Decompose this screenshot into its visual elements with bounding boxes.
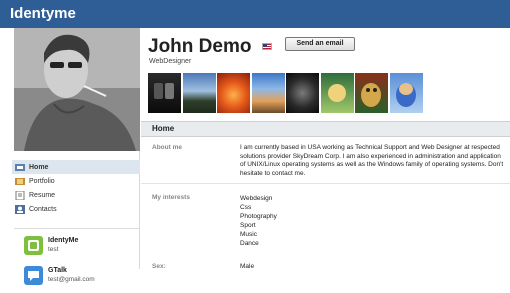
interest-item: Css [240,204,252,211]
app-logo[interactable]: Identyme [10,5,76,22]
contact-name: GTalk [48,267,67,274]
contact-list: IdentyMe test GTalk test@gmail.com [14,228,140,293]
profile-name: John Demo [148,36,252,57]
contact-name: IdentyMe [48,237,79,244]
sidebar-item-label: Home [29,163,49,171]
sidebar-item-label: Resume [29,191,56,199]
gallery-thumbnail[interactable] [182,73,216,113]
sidebar-item-contacts[interactable]: Contacts [12,202,140,216]
profile-photo [14,28,140,151]
section-header: Home [141,121,510,137]
identyme-icon [24,236,43,255]
sidebar-item-label: Contacts [29,205,57,213]
resume-icon [15,190,25,200]
interests-list: Webdesign Css Photography Sport Music Da… [240,194,505,248]
gallery-thumbnail[interactable] [355,73,388,113]
sex-value: Male [240,263,255,270]
sidebar-item-label: Portfolio [29,177,55,185]
contacts-icon [15,204,25,214]
about-row: About me I am currently based in USA wor… [141,144,510,184]
interest-item: Photography [240,213,277,220]
about-label: About me [152,144,182,151]
interest-item: Webdesign [240,195,273,202]
sidebar-item-home[interactable]: Home [12,160,140,174]
interest-item: Music [240,231,257,238]
gallery-thumbnail[interactable] [148,73,181,113]
us-flag-icon [262,43,272,50]
contact-detail: test@gmail.com [48,276,95,283]
gallery-thumbnail[interactable] [251,73,285,113]
top-bar: Identyme [0,0,510,28]
main-content: John Demo Send an email WebDesigner Home… [141,28,510,270]
sidebar: Home Portfolio Resume Contacts IdentyMe … [0,28,140,285]
gallery-thumbnail[interactable] [389,73,423,113]
gallery-thumbnail[interactable] [286,73,319,113]
interest-item: Dance [240,240,259,247]
sidebar-item-resume[interactable]: Resume [12,188,140,202]
send-email-button[interactable]: Send an email [285,37,355,51]
gallery-thumbnail[interactable] [217,73,250,113]
contact-item[interactable]: IdentyMe test [14,233,140,263]
interests-label: My interests [152,194,190,201]
profile-title: WebDesigner [149,58,192,65]
contact-detail: test [48,246,59,253]
about-text: I am currently based in USA working as T… [240,144,504,177]
gallery-thumbnail[interactable] [320,73,354,113]
home-icon [15,163,25,172]
interest-item: Sport [240,222,256,229]
gallery-strip [148,73,424,113]
sidebar-nav: Home Portfolio Resume Contacts [12,160,140,216]
portfolio-icon [15,177,25,186]
contact-item[interactable]: GTalk test@gmail.com [14,263,140,293]
sidebar-item-portfolio[interactable]: Portfolio [12,174,140,188]
